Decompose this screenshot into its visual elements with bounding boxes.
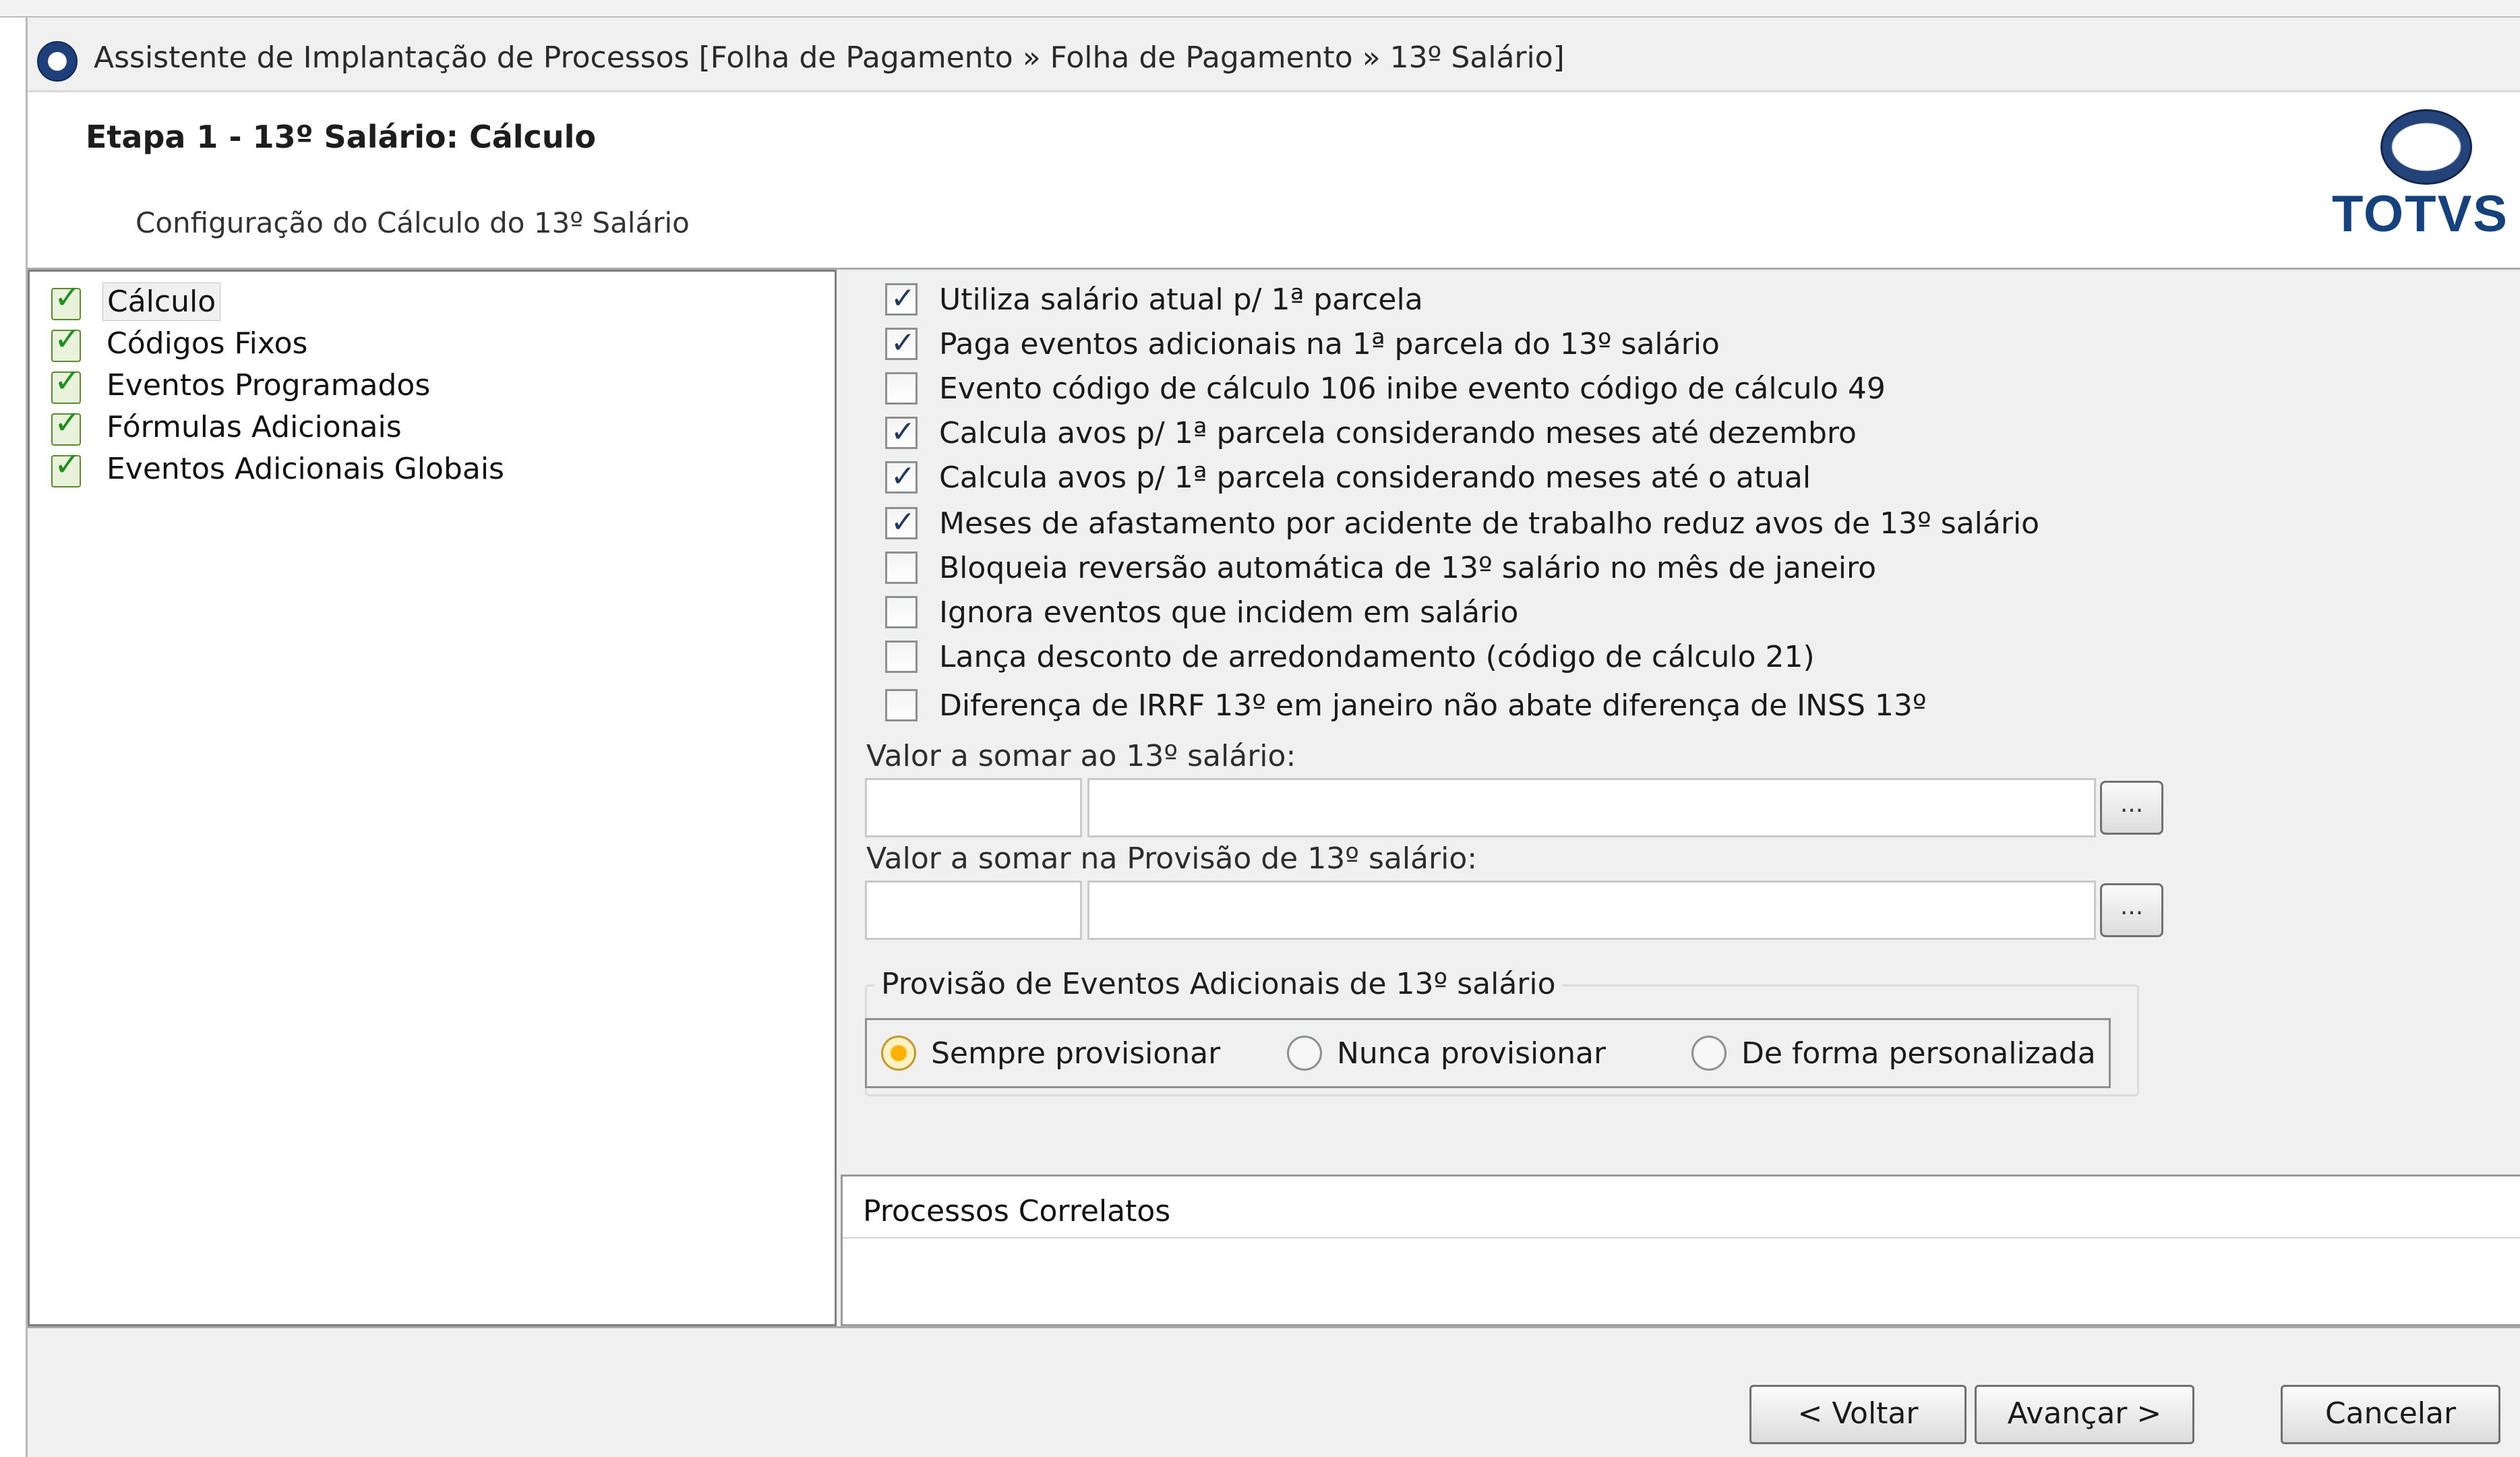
wizard-footer: < Voltar Avançar > Cancelar [28,1326,2520,1457]
desktop-top-strip [0,0,2520,18]
checkbox[interactable] [885,505,918,539]
radio-button[interactable] [1691,1036,1727,1071]
checkbox[interactable] [885,415,918,449]
wizard-icon [37,41,78,82]
tree-item-eventos-adicionais-globais[interactable]: ✓ Eventos Adicionais Globais [47,447,508,489]
tree-item-eventos-programados[interactable]: ✓ Eventos Programados [47,363,434,405]
radio-sempre-provisionar[interactable]: Sempre provisionar [881,1033,1220,1073]
option-afastamento-acidente[interactable]: Meses de afastamento por acidente de tra… [885,503,2039,543]
processos-correlatos-panel: Processos Correlatos [841,1174,2520,1326]
wizard-window: Assistente de Implantação de Processos [… [26,18,2520,1457]
tree-item-label: Eventos Adicionais Globais [107,451,504,486]
calculo-settings-panel: Utiliza salário atual p/ 1ª parcela Paga… [841,270,2520,1178]
processos-correlatos-header: Processos Correlatos [843,1177,2520,1239]
checked-document-icon: ✓ [47,447,82,487]
valor-provisao-code-input[interactable] [865,881,1082,940]
checkbox[interactable] [885,689,918,721]
option-bloqueia-reversao[interactable]: Bloqueia reversão automática de 13º salá… [885,547,1876,588]
window-title: Assistente de Implantação de Processos [… [94,40,1565,75]
valor-provisao-description-input[interactable] [1087,881,2096,940]
valor-somar-label: Valor a somar ao 13º salário: [866,739,1296,773]
option-lanca-desconto[interactable]: Lança desconto de arredondamento (código… [885,636,1815,677]
valor-somar-code-input[interactable] [865,778,1082,837]
valor-somar-description-input[interactable] [1087,778,2096,837]
totvs-logo-text: TOTVS [2332,185,2509,243]
step-title: Etapa 1 - 13º Salário: Cálculo [86,119,596,155]
checkbox-label: Lança desconto de arredondamento (código… [939,639,1815,674]
processos-correlatos-title: Processos Correlatos [863,1194,1171,1228]
tree-item-calculo[interactable]: ✓ Cálculo [47,280,221,322]
checkbox-label: Evento código de cálculo 106 inibe event… [939,371,1886,406]
radio-button[interactable] [881,1036,916,1071]
tree-item-label: Eventos Programados [107,367,431,403]
back-button[interactable]: < Voltar [1749,1385,1967,1444]
checkbox[interactable] [885,326,918,360]
tree-item-label: Fórmulas Adicionais [107,409,402,444]
option-evento-106-inibe-49[interactable]: Evento código de cálculo 106 inibe event… [885,368,1886,409]
next-button[interactable]: Avançar > [1975,1385,2194,1444]
checkbox-label: Calcula avos p/ 1ª parcela considerando … [939,460,1811,495]
checkbox[interactable] [885,372,918,405]
checkbox[interactable] [885,596,918,628]
title-bar: Assistente de Implantação de Processos [… [28,18,2520,92]
checkbox-label: Ignora eventos que incidem em salário [939,595,1519,630]
step-subtitle: Configuração do Cálculo do 13º Salário [136,206,690,239]
radio-label: Sempre provisionar [931,1036,1221,1071]
checkbox[interactable] [885,552,918,584]
checkbox-label: Utiliza salário atual p/ 1ª parcela [939,282,1423,317]
tree-item-codigos-fixos[interactable]: ✓ Códigos Fixos [47,322,311,363]
checked-document-icon: ✓ [47,405,82,446]
radio-forma-personalizada[interactable]: De forma personalizada [1691,1033,2096,1073]
radio-label: De forma personalizada [1741,1036,2096,1071]
totvs-logo-icon [2380,109,2472,185]
valor-somar-browse-button[interactable]: ... [2100,781,2163,835]
checkbox[interactable] [885,281,918,316]
cancel-button[interactable]: Cancelar [2281,1385,2500,1444]
option-ignora-eventos[interactable]: Ignora eventos que incidem em salário [885,592,1518,632]
tree-item-label: Cálculo [102,282,221,321]
radio-button[interactable] [1287,1036,1322,1071]
valor-provisao-label: Valor a somar na Provisão de 13º salário… [866,841,1478,876]
checkbox-label: Calcula avos p/ 1ª parcela considerando … [939,415,1857,450]
checked-document-icon: ✓ [47,280,82,320]
option-avos-ate-atual[interactable]: Calcula avos p/ 1ª parcela considerando … [885,457,1811,498]
checked-document-icon: ✓ [47,363,82,404]
option-diferenca-irrf[interactable]: Diferença de IRRF 13º em janeiro não aba… [885,685,1927,725]
checkbox-label: Diferença de IRRF 13º em janeiro não aba… [939,688,1927,723]
option-utiliza-salario-atual[interactable]: Utiliza salário atual p/ 1ª parcela [885,279,1423,320]
radio-nunca-provisionar[interactable]: Nunca provisionar [1287,1033,1606,1073]
valor-provisao-browse-button[interactable]: ... [2100,883,2163,937]
tree-item-label: Códigos Fixos [107,326,308,361]
checkbox[interactable] [885,459,918,494]
tree-item-formulas-adicionais[interactable]: ✓ Fórmulas Adicionais [47,405,406,447]
checkbox-label: Paga eventos adicionais na 1ª parcela do… [939,326,1720,361]
wizard-header: Etapa 1 - 13º Salário: Cálculo Configura… [28,93,2520,270]
checkbox-label: Meses de afastamento por acidente de tra… [939,506,2040,541]
radio-label: Nunca provisionar [1337,1036,1607,1071]
checkbox[interactable] [885,641,918,673]
provisao-group-title: Provisão de Eventos Adicionais de 13º sa… [874,967,1563,1001]
option-avos-ate-dezembro[interactable]: Calcula avos p/ 1ª parcela considerando … [885,413,1857,453]
checkbox-label: Bloqueia reversão automática de 13º salá… [939,550,1877,585]
steps-tree: ✓ Cálculo ✓ Códigos Fixos ✓ Eventos Prog… [28,270,837,1326]
checked-document-icon: ✓ [47,322,82,362]
option-paga-eventos-adicionais[interactable]: Paga eventos adicionais na 1ª parcela do… [885,324,1720,364]
